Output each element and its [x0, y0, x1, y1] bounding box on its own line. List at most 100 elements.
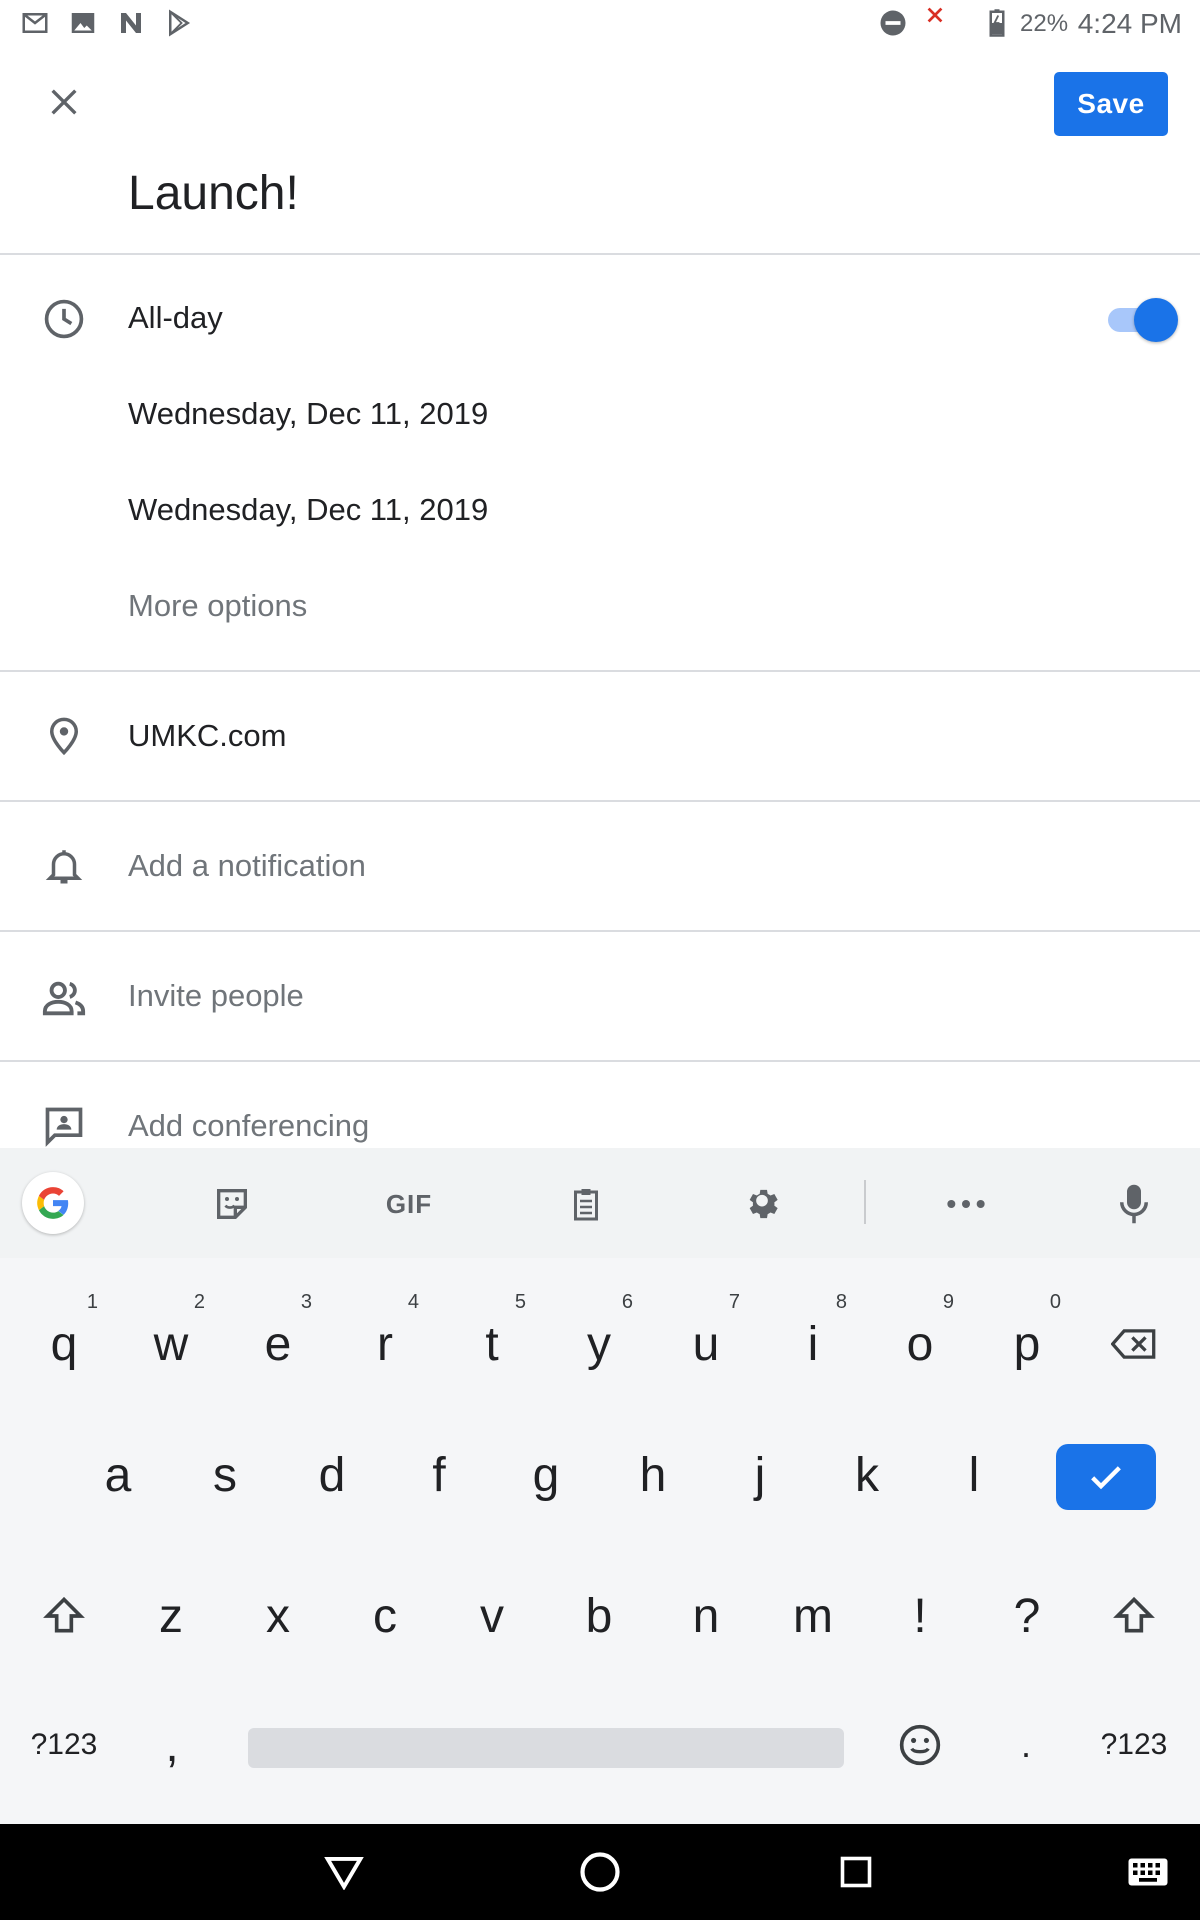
more-button[interactable]	[938, 1176, 994, 1232]
key-number-hint: 6	[621, 1291, 633, 1313]
key-label: u	[692, 1317, 720, 1371]
no-signal-icon	[927, 7, 943, 23]
key-w[interactable]: w2	[121, 1289, 221, 1399]
key-d[interactable]: d	[282, 1420, 382, 1530]
emoji-key[interactable]	[870, 1690, 970, 1800]
key-u[interactable]: u7	[656, 1289, 756, 1399]
do-not-disturb-icon	[880, 10, 906, 36]
key-j[interactable]: j	[710, 1420, 810, 1530]
sticker-button[interactable]	[204, 1176, 260, 1232]
back-triangle-icon	[324, 1856, 364, 1890]
people-icon	[40, 974, 88, 1022]
key-question[interactable]: ?	[977, 1561, 1077, 1671]
location-field[interactable]: UMKC.com	[128, 718, 286, 754]
settings-button[interactable]	[734, 1176, 790, 1232]
divider	[0, 930, 1200, 932]
mic-icon	[1120, 1184, 1148, 1224]
key-m[interactable]: m	[763, 1561, 863, 1671]
clock: 4:24 PM	[1077, 8, 1182, 39]
more-icon	[947, 1200, 985, 1208]
key-label: r	[377, 1317, 393, 1371]
shift-icon	[43, 1596, 85, 1633]
key-number-hint: 9	[942, 1291, 954, 1313]
battery-charging-icon	[989, 9, 1005, 37]
key-number-hint: 8	[835, 1291, 847, 1313]
key-r[interactable]: r4	[335, 1289, 435, 1399]
back-button[interactable]	[318, 1846, 370, 1898]
key-k[interactable]: k	[817, 1420, 917, 1530]
key-e[interactable]: e3	[228, 1289, 328, 1399]
google-button[interactable]	[22, 1172, 84, 1234]
clock-icon	[40, 295, 88, 343]
bell-icon	[40, 842, 88, 890]
key-b[interactable]: b	[549, 1561, 649, 1671]
space-key[interactable]	[248, 1728, 844, 1768]
key-y[interactable]: y6	[549, 1289, 649, 1399]
all-day-toggle[interactable]	[1104, 298, 1178, 342]
more-options-link[interactable]: More options	[128, 588, 307, 624]
key-g[interactable]: g	[496, 1420, 596, 1530]
key-o[interactable]: o9	[870, 1289, 970, 1399]
divider	[0, 1060, 1200, 1062]
key-number-hint: 1	[86, 1291, 98, 1313]
check-icon	[1091, 1466, 1121, 1490]
key-exclamation[interactable]: !	[870, 1561, 970, 1671]
comma-key[interactable]: ,	[122, 1690, 222, 1800]
key-label: p	[1013, 1317, 1041, 1371]
key-x[interactable]: x	[228, 1561, 328, 1671]
gif-button[interactable]: GIF	[378, 1176, 440, 1232]
clipboard-button[interactable]	[558, 1176, 614, 1232]
news-icon	[121, 13, 141, 33]
key-s[interactable]: s	[175, 1420, 275, 1530]
home-button[interactable]	[574, 1846, 626, 1898]
symbols-key-right[interactable]: ?123	[1084, 1690, 1184, 1800]
key-t[interactable]: t5	[442, 1289, 542, 1399]
key-label: w	[153, 1317, 189, 1371]
key-number-hint: 2	[193, 1291, 205, 1313]
event-title-input[interactable]: Launch!	[128, 166, 299, 221]
save-button[interactable]: Save	[1054, 72, 1168, 136]
divider	[0, 800, 1200, 802]
play-store-icon	[169, 9, 191, 37]
backspace-key[interactable]	[1084, 1289, 1184, 1399]
key-a[interactable]: a	[68, 1420, 168, 1530]
sticker-icon	[217, 1189, 247, 1219]
key-p[interactable]: p0	[977, 1289, 1077, 1399]
invite-people-button[interactable]: Invite people	[128, 978, 304, 1014]
symbols-key-left[interactable]: ?123	[14, 1690, 114, 1800]
key-f[interactable]: f	[389, 1420, 489, 1530]
enter-key[interactable]	[1056, 1444, 1156, 1510]
key-n[interactable]: n	[656, 1561, 756, 1671]
end-date[interactable]: Wednesday, Dec 11, 2019	[128, 492, 488, 528]
gear-icon	[749, 1189, 778, 1219]
key-i[interactable]: i8	[763, 1289, 863, 1399]
key-q[interactable]: q1	[14, 1289, 114, 1399]
toggle-thumb	[1134, 298, 1178, 342]
google-icon	[37, 1187, 69, 1219]
start-date[interactable]: Wednesday, Dec 11, 2019	[128, 396, 488, 432]
recents-button[interactable]	[830, 1846, 882, 1898]
key-h[interactable]: h	[603, 1420, 703, 1530]
key-number-hint: 4	[407, 1291, 419, 1313]
battery-percent: 22%	[1020, 10, 1069, 37]
status-bar: 22% 4:24 PM	[0, 0, 1200, 48]
key-l[interactable]: l	[924, 1420, 1024, 1530]
key-c[interactable]: c	[335, 1561, 435, 1671]
key-v[interactable]: v	[442, 1561, 542, 1671]
add-conferencing-button[interactable]: Add conferencing	[128, 1108, 369, 1144]
keyboard-toolbar: GIF	[0, 1148, 1200, 1258]
mic-button[interactable]	[1106, 1176, 1162, 1232]
keyboard-switcher-button[interactable]	[1122, 1846, 1174, 1898]
conferencing-icon	[40, 1102, 88, 1150]
key-z[interactable]: z	[121, 1561, 221, 1671]
close-icon	[51, 89, 77, 115]
home-circle-icon	[580, 1852, 620, 1892]
close-button[interactable]	[34, 72, 94, 132]
period-key[interactable]: .	[976, 1690, 1076, 1800]
backspace-icon	[1111, 1329, 1156, 1359]
shift-key-right[interactable]	[1084, 1561, 1184, 1671]
key-number-hint: 3	[300, 1291, 312, 1313]
emoji-icon	[899, 1724, 941, 1766]
add-notification-button[interactable]: Add a notification	[128, 848, 366, 884]
shift-key-left[interactable]	[14, 1561, 114, 1671]
